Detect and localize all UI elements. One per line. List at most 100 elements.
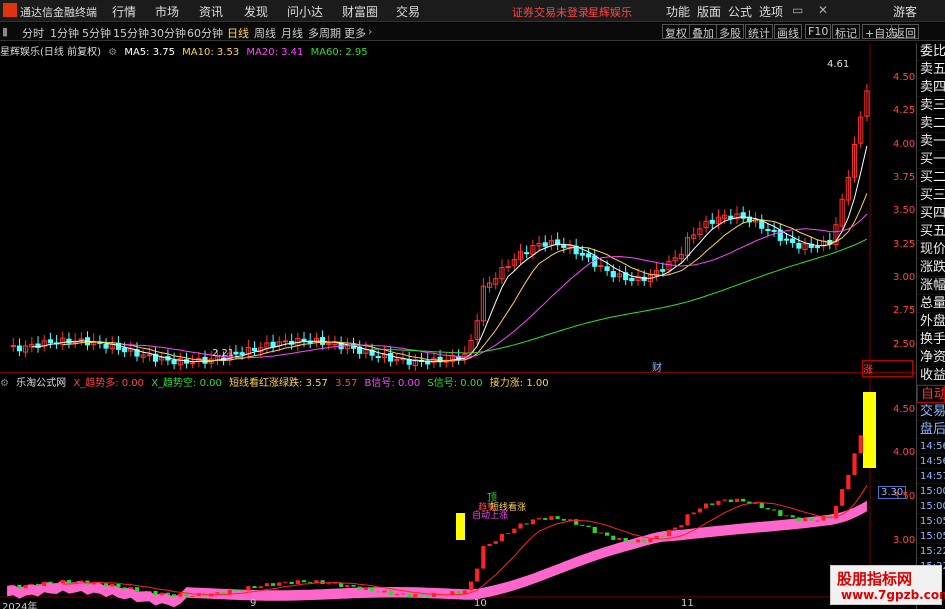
- indicator-candle: [178, 593, 183, 597]
- indicator-candle: [629, 541, 634, 543]
- right-panel-item[interactable]: 卖五: [917, 61, 945, 79]
- indicator-candle: [23, 585, 28, 589]
- right-panel-item[interactable]: 买四: [917, 205, 945, 223]
- indicator-candle: [42, 581, 47, 587]
- indicator-candle: [66, 579, 72, 584]
- right-panel-item[interactable]: 买二: [917, 169, 945, 187]
- indicator-candle: [134, 587, 140, 592]
- candle-body: [814, 246, 821, 249]
- candle-body: [542, 242, 548, 247]
- indicator-candle: [165, 592, 171, 595]
- indicator-candle: [382, 590, 387, 593]
- indicator-candle: [734, 498, 740, 503]
- indicator-candle: [413, 594, 418, 598]
- candle-body: [610, 271, 616, 278]
- candle-body: [270, 341, 276, 348]
- time-axis-year: 2024年: [2, 602, 38, 609]
- indicator-candle: [233, 589, 239, 591]
- indicator-candle: [122, 587, 127, 589]
- right-panel-item[interactable]: 买一: [917, 151, 945, 169]
- time-axis-oct: 10: [474, 598, 487, 609]
- indicator-candle: [240, 590, 245, 592]
- indicator-candle: [468, 581, 474, 591]
- right-panel-item[interactable]: 卖三: [917, 97, 945, 115]
- indicator-candle: [400, 593, 406, 595]
- ma5-line: [31, 145, 868, 363]
- indicator-candle: [666, 529, 672, 537]
- indicator-candle: [536, 518, 542, 520]
- right-panel-item[interactable]: 委比: [917, 43, 945, 61]
- right-panel-item[interactable]: 外盘: [917, 313, 945, 331]
- right-panel-item[interactable]: 卖四: [917, 79, 945, 97]
- indicator-candle: [35, 584, 41, 587]
- candle-body: [115, 342, 122, 350]
- indicator-candle: [215, 592, 220, 594]
- indicator-candle: [703, 503, 709, 509]
- right-panel-item[interactable]: 14:57: [917, 469, 945, 484]
- right-panel-item[interactable]: 净资: [917, 349, 945, 367]
- ma10-line: [62, 193, 868, 362]
- watermark-logo: 股朋指标网 www.7gpzb.com: [830, 565, 945, 605]
- candle-body: [66, 338, 72, 344]
- right-panel-item[interactable]: 换手: [917, 331, 945, 349]
- indicator-candle: [264, 583, 269, 587]
- indicator-candle: [765, 508, 771, 510]
- right-panel-item[interactable]: 涨幅: [917, 277, 945, 295]
- indicator-candle: [518, 523, 523, 529]
- indicator-candle: [153, 590, 158, 596]
- price-tick: 4.25: [893, 105, 916, 117]
- right-panel-item[interactable]: 卖一: [917, 133, 945, 151]
- indicator-candle: [456, 591, 461, 594]
- candle-body: [579, 252, 585, 256]
- candle-body: [561, 244, 567, 248]
- indicator-candle: [673, 527, 678, 530]
- indicator-candle: [809, 518, 814, 521]
- right-panel-item[interactable]: 盘后: [917, 421, 945, 439]
- indicator-candle: [598, 532, 604, 534]
- limit-up-mark[interactable]: 涨: [862, 360, 913, 377]
- indicator-candle: [512, 528, 517, 534]
- price-tick: 3.00: [893, 272, 916, 283]
- right-panel-item[interactable]: 买五: [917, 223, 945, 241]
- indicator-candle: [221, 592, 226, 595]
- indicator-candle: [110, 583, 115, 587]
- right-panel-item[interactable]: 14:56: [917, 439, 945, 454]
- right-panel-item[interactable]: 自动: [917, 385, 945, 403]
- indicator-candle: [258, 586, 263, 589]
- indicator-candle: [184, 593, 189, 597]
- candle-body: [505, 265, 511, 268]
- indicator-candle: [561, 518, 566, 521]
- right-panel-item[interactable]: 15:00: [917, 499, 945, 514]
- right-panel-item[interactable]: 15:22: [917, 544, 945, 559]
- right-panel-item[interactable]: 15:05: [917, 529, 945, 544]
- indicator-tick: 3.00: [893, 534, 916, 546]
- indicator-candle: [116, 583, 121, 588]
- indicator-candle: [141, 591, 146, 593]
- right-panel-item[interactable]: 交易: [917, 403, 945, 421]
- right-panel-item[interactable]: 买三: [917, 187, 945, 205]
- indicator-candle: [103, 583, 109, 587]
- indicator-candle: [580, 524, 585, 526]
- right-panel-item[interactable]: 收益: [917, 367, 945, 385]
- indicator-candle: [407, 593, 412, 598]
- right-panel-item[interactable]: 总量: [917, 295, 945, 313]
- candle-body: [796, 242, 802, 249]
- right-panel-item[interactable]: 卖二: [917, 115, 945, 133]
- time-axis-nov: 11: [681, 598, 694, 609]
- right-panel-item[interactable]: 现价: [917, 241, 945, 259]
- right-panel-item[interactable]: 15:00: [917, 484, 945, 499]
- candle-body: [146, 354, 152, 357]
- indicator-candle: [147, 590, 152, 592]
- indicator-candle: [759, 502, 764, 509]
- price-tick: 3.25: [893, 238, 916, 250]
- right-panel-item[interactable]: 14:56: [917, 454, 945, 469]
- watermark-line1: 股朋指标网: [837, 570, 913, 588]
- annotation-auto-up: 自动上涨: [472, 511, 509, 521]
- indicator-candle: [295, 580, 300, 585]
- right-panel-item[interactable]: 涨跌: [917, 259, 945, 277]
- indicator-candle: [357, 586, 362, 590]
- indicator-candle: [419, 594, 424, 596]
- price-tick: 2.75: [893, 305, 916, 317]
- right-panel-item[interactable]: 15:05: [917, 514, 945, 529]
- price-tick: 4.50: [893, 72, 916, 83]
